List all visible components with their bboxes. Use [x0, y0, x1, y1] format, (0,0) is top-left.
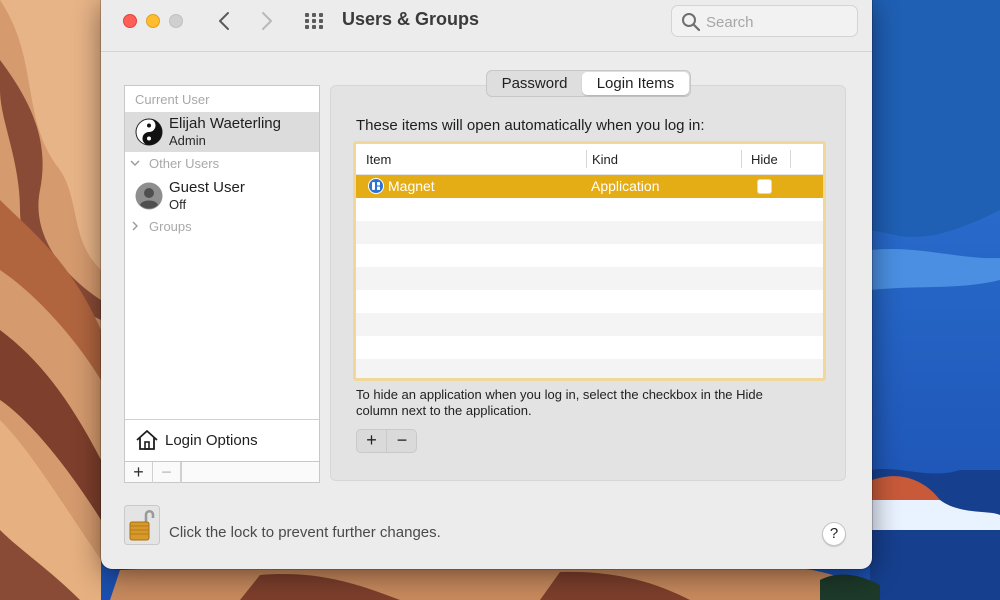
search-input[interactable]: [706, 12, 851, 32]
chevron-right-icon: [262, 12, 272, 30]
table-body: Magnet Application: [356, 175, 823, 378]
login-options-row[interactable]: Login Options: [125, 419, 319, 461]
login-items-intro: These items will open automatically when…: [356, 117, 705, 134]
guest-user-status: Off: [169, 197, 187, 212]
column-divider: [741, 150, 742, 168]
help-button[interactable]: ?: [822, 522, 846, 546]
table-row-empty: [356, 221, 823, 244]
user-list-footer: + −: [125, 461, 319, 483]
guest-user-name: Guest User: [169, 179, 245, 196]
guest-avatar: [135, 182, 163, 210]
search-icon: [682, 13, 701, 32]
table-row-empty: [356, 290, 823, 313]
current-user-role: Admin: [169, 133, 206, 148]
table-row-empty: [356, 313, 823, 336]
table-row-empty: [356, 244, 823, 267]
item-name: Magnet: [388, 178, 435, 194]
unlocked-lock-icon[interactable]: [124, 505, 160, 545]
item-kind: Application: [591, 178, 660, 194]
table-row-empty: [356, 336, 823, 359]
remove-login-item-button[interactable]: −: [387, 430, 417, 452]
close-button[interactable]: [123, 14, 137, 28]
add-login-item-button[interactable]: +: [357, 430, 387, 452]
hide-help-text: To hide an application when you log in, …: [356, 387, 763, 418]
tab-login-items[interactable]: Login Items: [582, 72, 689, 95]
window-title: Users & Groups: [342, 9, 480, 29]
chevron-left-icon: [219, 12, 229, 30]
current-user-header: Current User: [135, 92, 210, 107]
magnet-app-icon: [368, 178, 384, 194]
table-row-empty: [356, 198, 823, 221]
login-options-label: Login Options: [165, 432, 258, 449]
tab-password[interactable]: Password: [488, 72, 581, 95]
back-button[interactable]: [209, 6, 239, 36]
table-row[interactable]: Magnet Application: [356, 175, 823, 198]
user-list: Current User Elijah Waeterling Admin Oth…: [124, 85, 320, 483]
column-divider: [790, 150, 791, 168]
yin-yang-avatar: [135, 118, 163, 146]
table-header: Item Kind Hide: [356, 144, 823, 175]
login-items-add-remove: + −: [356, 429, 417, 453]
table-row-empty: [356, 267, 823, 290]
table-row-empty: [356, 359, 823, 378]
column-header-hide[interactable]: Hide: [751, 152, 778, 167]
search-field[interactable]: [671, 5, 858, 37]
other-users-header: Other Users: [149, 156, 220, 171]
toolbar: Users & Groups: [101, 0, 872, 52]
zoom-button[interactable]: [169, 14, 183, 28]
login-items-table[interactable]: Item Kind Hide Magnet Application: [353, 141, 826, 381]
tab-bar: Password Login Items: [486, 70, 691, 97]
current-user-name: Elijah Waeterling: [169, 115, 281, 132]
footer-divider: [181, 462, 182, 483]
column-header-kind[interactable]: Kind: [592, 152, 618, 167]
chevron-down-icon[interactable]: [130, 158, 140, 168]
column-divider: [586, 150, 587, 168]
column-header-item[interactable]: Item: [366, 152, 391, 167]
house-icon: [136, 430, 158, 450]
lock-message: Click the lock to prevent further change…: [169, 524, 441, 541]
hide-checkbox[interactable]: [757, 179, 772, 194]
preferences-window: Users & Groups Current User Elijah Waete…: [101, 0, 872, 569]
remove-user-button[interactable]: −: [153, 462, 181, 483]
user-row-guest[interactable]: Guest User Off: [125, 176, 319, 216]
minimize-button[interactable]: [146, 14, 160, 28]
user-row-current[interactable]: Elijah Waeterling Admin: [125, 112, 319, 152]
add-user-button[interactable]: +: [125, 462, 153, 483]
forward-button[interactable]: [252, 6, 282, 36]
show-all-button[interactable]: [301, 8, 327, 34]
groups-header: Groups: [149, 219, 192, 234]
chevron-right-icon[interactable]: [130, 221, 140, 231]
grid-icon: [305, 13, 323, 29]
